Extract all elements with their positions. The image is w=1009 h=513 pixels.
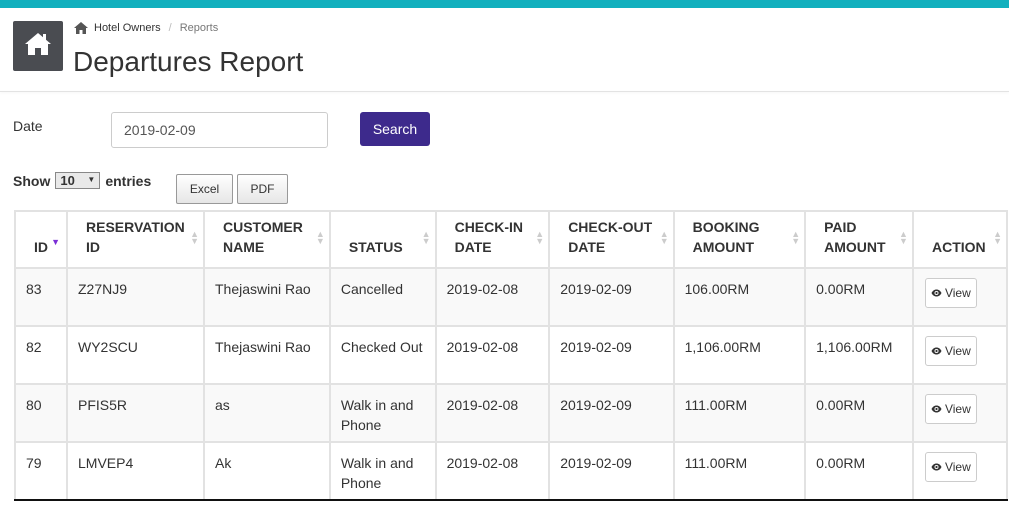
table-row: 79 LMVEP4 Ak Walk in and Phone 2019-02-0… [14, 441, 1009, 501]
sort-icon: ▲ ▼ [315, 229, 325, 246]
cell-id: 79 [14, 441, 68, 501]
breadcrumb: Hotel Owners / Reports [74, 22, 218, 34]
cell-reservation-id: LMVEP4 [66, 441, 205, 501]
col-header-check-out-date[interactable]: CHECK-OUT DATE ▲ ▼ [548, 210, 675, 269]
cell-reservation-id: PFIS5R [66, 383, 205, 443]
cell-check-out: 2019-02-09 [548, 267, 675, 327]
top-accent-bar [0, 0, 1009, 8]
col-header-reservation-id[interactable]: RESERVATION ID ▲ ▼ [66, 210, 205, 269]
departures-table: ID ▼ RESERVATION ID ▲ ▼ CUSTOMER NAME ▲ ▼ … [14, 210, 1009, 501]
cell-booking-amount: 111.00RM [672, 383, 807, 443]
cell-paid-amount: 0.00RM [804, 383, 914, 443]
cell-check-in: 2019-02-08 [434, 267, 551, 327]
eye-icon [931, 289, 942, 297]
cell-customer-name: Ak [202, 441, 331, 501]
sort-icon: ▲ ▼ [993, 229, 1002, 246]
view-button[interactable]: View [924, 394, 977, 424]
cell-check-in: 2019-02-08 [434, 383, 551, 443]
sort-icon: ▲ ▼ [535, 229, 545, 246]
show-entries: Show 10 ▼ entries [13, 172, 151, 189]
cell-action: View [911, 267, 1009, 327]
cell-id: 83 [14, 267, 68, 327]
sort-icon: ▲ ▼ [791, 229, 801, 246]
date-label: Date [13, 118, 43, 134]
cell-check-out: 2019-02-09 [548, 383, 675, 443]
sort-icon: ▲ ▼ [421, 229, 431, 246]
header-divider [0, 91, 1009, 92]
table-row: 80 PFIS5R as Walk in and Phone 2019-02-0… [14, 383, 1009, 443]
sort-icon: ▲ ▼ [899, 229, 908, 246]
cell-customer-name: as [202, 383, 331, 443]
eye-icon [931, 405, 942, 413]
eye-icon [931, 463, 942, 471]
cell-id: 82 [14, 325, 68, 385]
cell-action: View [911, 325, 1009, 385]
cell-status: Walk in and Phone [328, 383, 437, 443]
breadcrumb-separator: / [168, 22, 172, 34]
cell-customer-name: Thejaswini Rao [202, 267, 331, 327]
cell-status: Checked Out [328, 325, 437, 385]
date-input[interactable] [111, 112, 328, 148]
cell-action: View [911, 441, 1009, 501]
col-header-action[interactable]: ACTION ▲ ▼ [911, 210, 1009, 269]
table-header-row: ID ▼ RESERVATION ID ▲ ▼ CUSTOMER NAME ▲ ▼ … [14, 210, 1009, 269]
entries-label: entries [105, 172, 152, 189]
search-button[interactable]: Search [360, 112, 430, 146]
caret-down-icon: ▼ [87, 175, 96, 184]
breadcrumb-link-hotel-owners[interactable]: Hotel Owners [94, 22, 161, 34]
page-title: Departures Report [73, 46, 304, 77]
home-tile[interactable] [13, 21, 63, 71]
entries-select[interactable]: 10 ▼ [55, 172, 101, 189]
table-row: 83 Z27NJ9 Thejaswini Rao Cancelled 2019-… [14, 267, 1009, 327]
excel-button[interactable]: Excel [176, 174, 233, 204]
view-button[interactable]: View [924, 452, 977, 482]
cell-status: Cancelled [328, 267, 437, 327]
home-icon [74, 22, 88, 34]
show-label: Show [13, 172, 51, 189]
breadcrumb-current: Reports [179, 22, 219, 34]
col-header-customer-name[interactable]: CUSTOMER NAME ▲ ▼ [202, 210, 331, 269]
cell-customer-name: Thejaswini Rao [202, 325, 331, 385]
col-header-check-in-date[interactable]: CHECK-IN DATE ▲ ▼ [434, 210, 551, 269]
col-header-booking-amount[interactable]: BOOKING AMOUNT ▲ ▼ [672, 210, 807, 269]
cell-reservation-id: Z27NJ9 [66, 267, 205, 327]
view-button[interactable]: View [924, 278, 977, 308]
cell-check-out: 2019-02-09 [548, 325, 675, 385]
cell-booking-amount: 106.00RM [672, 267, 807, 327]
table-row: 82 WY2SCU Thejaswini Rao Checked Out 201… [14, 325, 1009, 385]
col-header-status[interactable]: STATUS ▲ ▼ [328, 210, 437, 269]
eye-icon [931, 347, 942, 355]
col-header-id[interactable]: ID ▼ [14, 210, 68, 269]
col-header-paid-amount[interactable]: PAID AMOUNT ▲ ▼ [804, 210, 914, 269]
cell-action: View [911, 383, 1009, 443]
pdf-button[interactable]: PDF [237, 174, 288, 204]
cell-status: Walk in and Phone [328, 441, 437, 501]
cell-booking-amount: 111.00RM [672, 441, 807, 501]
cell-paid-amount: 0.00RM [804, 441, 914, 501]
cell-check-in: 2019-02-08 [434, 325, 551, 385]
cell-paid-amount: 1,106.00RM [804, 325, 914, 385]
cell-reservation-id: WY2SCU [66, 325, 205, 385]
sort-desc-icon: ▼ [51, 237, 60, 247]
cell-id: 80 [14, 383, 68, 443]
view-button[interactable]: View [924, 336, 977, 366]
cell-booking-amount: 1,106.00RM [672, 325, 807, 385]
sort-icon: ▲ ▼ [659, 229, 669, 246]
sort-icon: ▲ ▼ [190, 229, 199, 246]
cell-check-out: 2019-02-09 [548, 441, 675, 501]
cell-check-in: 2019-02-08 [434, 441, 551, 501]
cell-paid-amount: 0.00RM [804, 267, 914, 327]
entries-select-value: 10 [60, 173, 75, 188]
home-icon [24, 31, 52, 62]
